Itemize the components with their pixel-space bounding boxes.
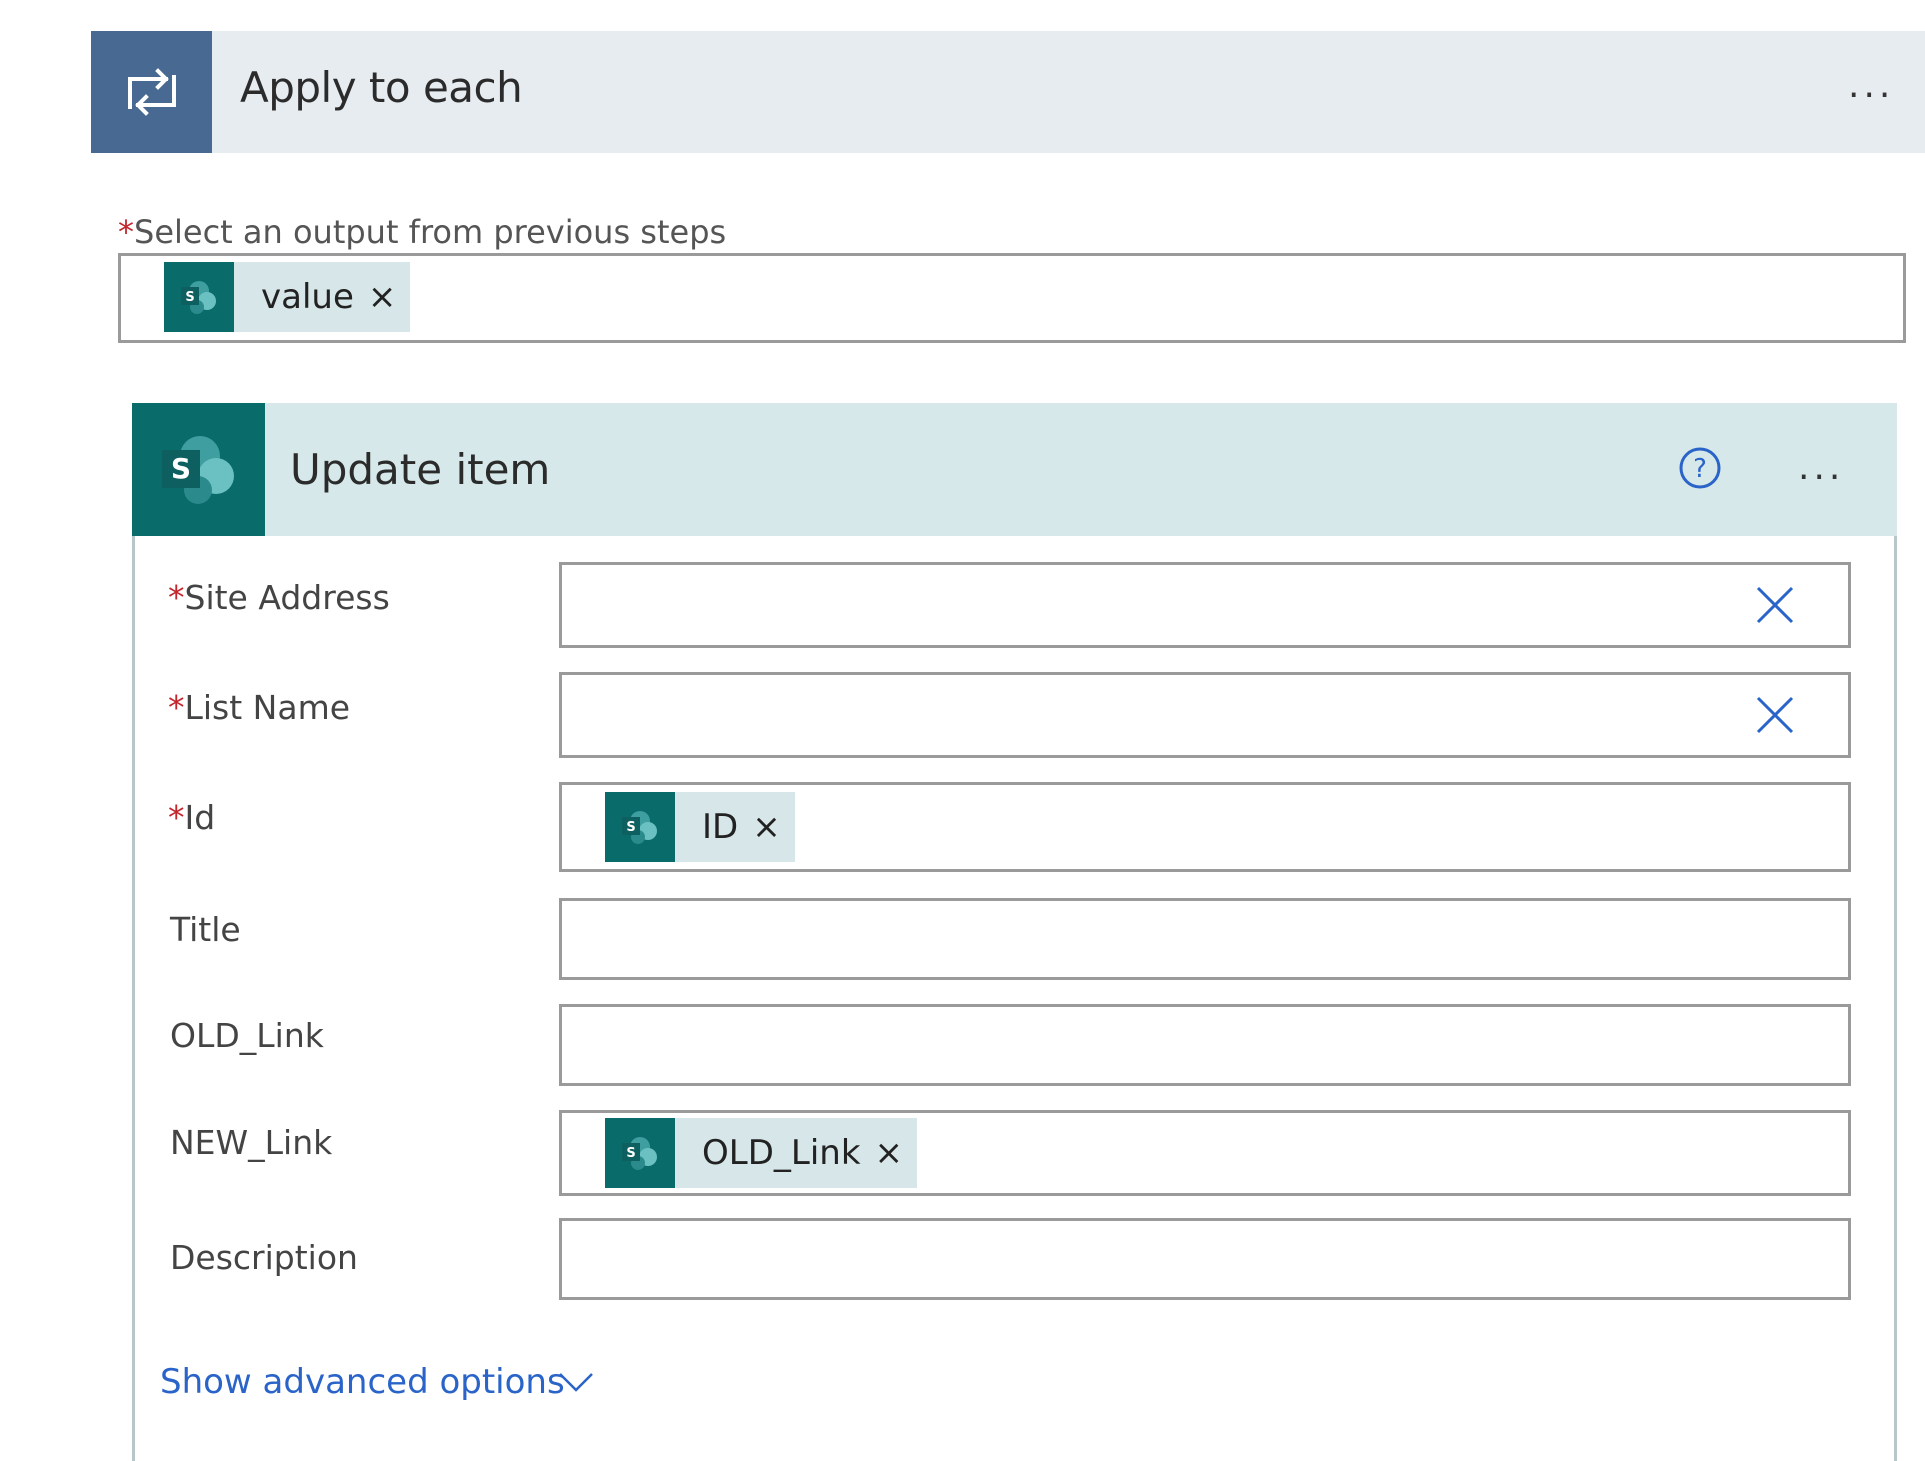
apply-to-each-title: Apply to each bbox=[240, 63, 523, 112]
clear-list-name-icon[interactable] bbox=[1754, 694, 1796, 736]
title-label: Title bbox=[170, 910, 241, 949]
id-label: *Id bbox=[168, 798, 216, 837]
svg-text:S: S bbox=[626, 1146, 635, 1161]
clear-site-address-icon[interactable] bbox=[1754, 584, 1796, 626]
list-name-label: *List Name bbox=[168, 688, 351, 727]
value-token: S value × bbox=[164, 262, 411, 332]
id-token: S ID × bbox=[605, 792, 795, 862]
apply-to-each-more-icon[interactable]: ... bbox=[1848, 66, 1894, 106]
site-address-label: *Site Address bbox=[168, 578, 390, 617]
show-advanced-options-link[interactable]: Show advanced options bbox=[160, 1360, 565, 1404]
old-link-token: S OLD_Link × bbox=[605, 1118, 918, 1188]
loop-icon bbox=[127, 68, 176, 116]
svg-text:S: S bbox=[185, 290, 194, 305]
description-input[interactable] bbox=[559, 1218, 1851, 1300]
select-output-input[interactable]: S value × bbox=[118, 253, 1906, 343]
update-item-title: Update item bbox=[290, 445, 551, 494]
site-address-input[interactable] bbox=[559, 562, 1851, 648]
id-input[interactable]: S ID × bbox=[559, 782, 1851, 872]
description-label: Description bbox=[170, 1238, 358, 1277]
id-token-remove-icon[interactable]: × bbox=[752, 807, 781, 847]
new-link-label: NEW_Link bbox=[170, 1123, 333, 1162]
id-token-label: ID bbox=[702, 807, 739, 847]
svg-text:?: ? bbox=[1693, 454, 1707, 484]
value-token-label: value bbox=[261, 277, 354, 317]
sharepoint-icon: S bbox=[161, 435, 234, 504]
title-input[interactable] bbox=[559, 898, 1851, 980]
sharepoint-icon: S bbox=[605, 1118, 675, 1188]
help-icon[interactable]: ? bbox=[1678, 446, 1722, 490]
old-link-token-remove-icon[interactable]: × bbox=[875, 1133, 904, 1173]
old-link-input[interactable] bbox=[559, 1004, 1851, 1086]
list-name-input[interactable] bbox=[559, 672, 1851, 758]
update-item-icon-box: S bbox=[132, 403, 265, 536]
svg-text:S: S bbox=[170, 452, 190, 485]
svg-text:S: S bbox=[626, 820, 635, 835]
value-token-remove-icon[interactable]: × bbox=[368, 277, 397, 317]
apply-to-each-icon-box bbox=[91, 31, 212, 153]
old-link-token-label: OLD_Link bbox=[702, 1133, 861, 1173]
new-link-input[interactable]: S OLD_Link × bbox=[559, 1110, 1851, 1196]
update-item-more-icon[interactable]: ... bbox=[1798, 448, 1844, 488]
sharepoint-icon: S bbox=[605, 792, 675, 862]
old-link-label: OLD_Link bbox=[170, 1016, 324, 1055]
select-output-label: *Select an output from previous steps bbox=[118, 213, 727, 251]
sharepoint-icon: S bbox=[164, 262, 234, 332]
chevron-down-icon[interactable] bbox=[556, 1368, 596, 1396]
